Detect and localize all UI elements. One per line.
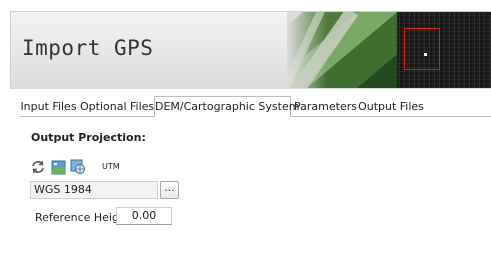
dem-cartographic-panel: Output Projection: UTM WGS 1984 ... Refe… (20, 117, 491, 257)
header-banner-image (287, 12, 491, 88)
import-gps-window: Import GPS Input Files Optional Files DE… (0, 0, 491, 257)
tab-input-files[interactable]: Input Files (20, 98, 77, 116)
tab-output-files[interactable]: Output Files (358, 98, 424, 116)
imagery-point (424, 53, 427, 56)
tab-optional-files[interactable]: Optional Files (80, 98, 154, 116)
reference-height-input[interactable]: 0.00 (116, 207, 172, 225)
utm-icon[interactable]: UTM (102, 162, 120, 171)
map-icon[interactable] (50, 159, 66, 175)
projection-system-field[interactable]: WGS 1984 (30, 181, 158, 199)
highlight-box (404, 28, 440, 70)
page-title: Import GPS (22, 36, 154, 60)
tab-parameters[interactable]: Parameters (294, 98, 357, 116)
globe-view-icon[interactable] (70, 159, 86, 175)
refresh-icon[interactable] (30, 159, 46, 175)
output-projection-label: Output Projection: (31, 131, 146, 144)
header: Import GPS (10, 11, 491, 89)
tab-dem-cartographic-system[interactable]: DEM/Cartographic System (154, 96, 299, 117)
browse-projection-button[interactable]: ... (160, 181, 179, 199)
tab-bar: Input Files Optional Files DEM/Cartograp… (20, 96, 491, 117)
